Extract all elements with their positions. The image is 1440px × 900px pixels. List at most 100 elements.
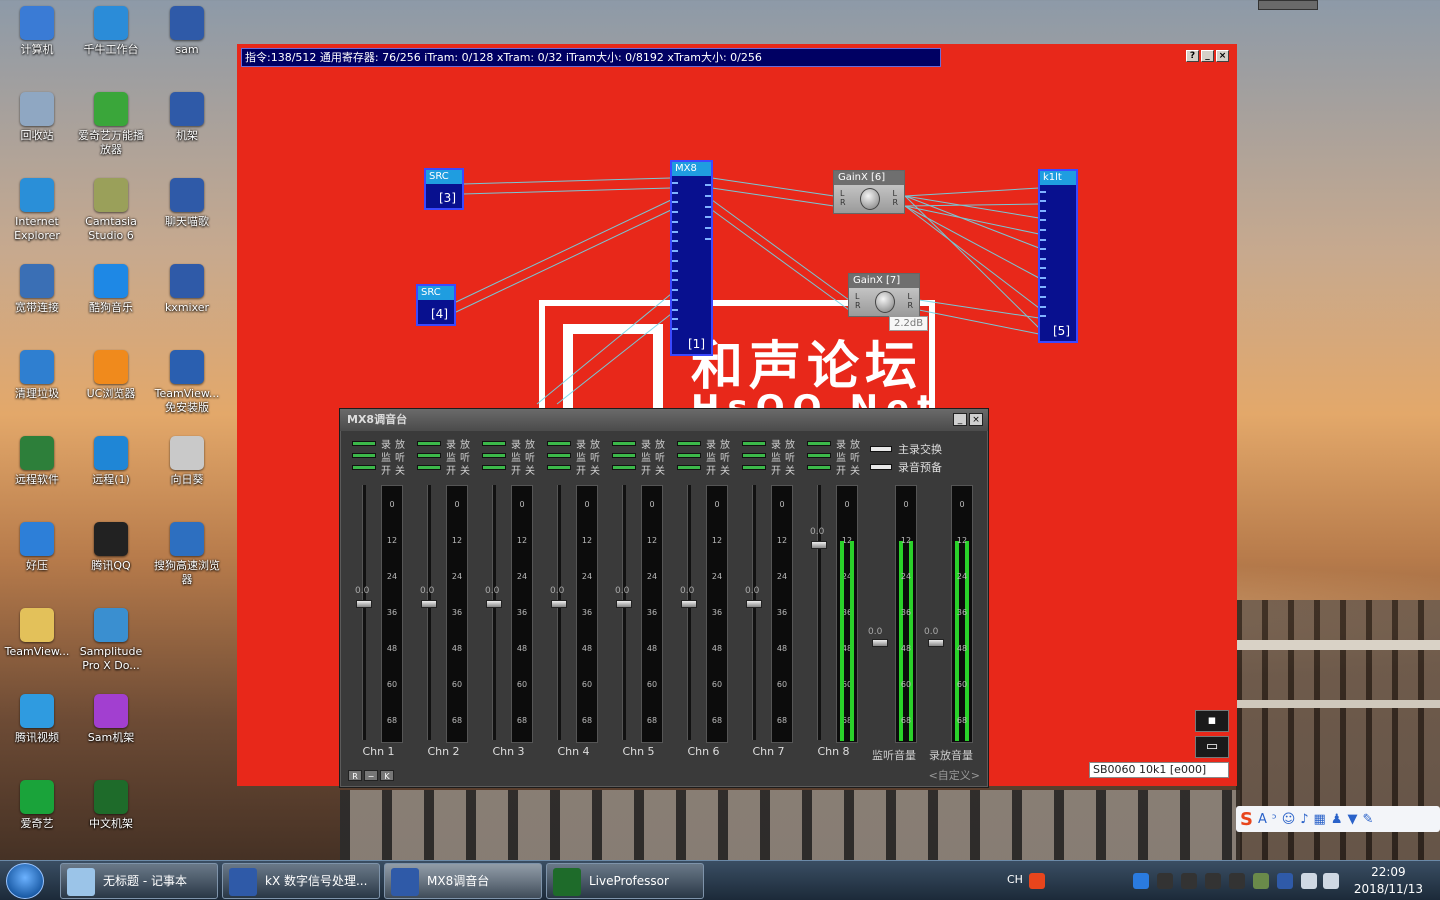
desktop-icon[interactable]: 搜狗高速浏览器	[150, 522, 224, 587]
task-kx-dsp[interactable]: kX 数字信号处理...	[222, 863, 380, 899]
punctuation-icon[interactable]: ᵓ	[1272, 812, 1277, 827]
desktop-icon[interactable]: 千牛工作台	[74, 6, 148, 57]
fader-knob[interactable]	[616, 599, 632, 608]
start-button[interactable]	[6, 863, 44, 899]
sogou-ime-icon[interactable]: S	[1240, 809, 1253, 830]
fader-knob[interactable]	[421, 599, 437, 608]
desktop-icon[interactable]: UC浏览器	[74, 350, 148, 401]
qq-icon[interactable]	[1205, 873, 1221, 889]
master-option[interactable]: 录音预备	[870, 459, 980, 475]
fader-knob[interactable]	[486, 599, 502, 608]
routing-leds[interactable]	[547, 441, 571, 477]
routing-leds[interactable]	[677, 441, 701, 477]
ime-toolbar[interactable]: S A ᵓ ☺ ♪ ▦ ♟ ▼ ✎	[1236, 806, 1440, 832]
mx8-block[interactable]: MX8 [1]	[670, 160, 713, 356]
close-button[interactable]: ×	[969, 413, 983, 426]
k1lt-block[interactable]: k1lt [5]	[1038, 169, 1078, 343]
desktop-icon[interactable]: 计算机	[0, 6, 74, 57]
fader-track[interactable]	[622, 485, 626, 740]
routing-leds[interactable]	[482, 441, 506, 477]
desktop-icon[interactable]: Samplitude Pro X Do...	[74, 608, 148, 673]
fader-track[interactable]	[427, 485, 431, 740]
fader-knob[interactable]	[681, 599, 697, 608]
desktop-icon[interactable]: kxmixer	[150, 264, 224, 315]
ime-mode[interactable]: A	[1258, 812, 1267, 827]
desktop-icon[interactable]: 宽带连接	[0, 264, 74, 315]
fader-track[interactable]	[492, 485, 496, 740]
desktop-icon[interactable]: sam	[150, 6, 224, 57]
emoji-icon[interactable]: ☺	[1282, 812, 1296, 827]
qq-icon[interactable]	[1229, 873, 1245, 889]
gainx-7-block[interactable]: GainX [7] LR LR	[848, 273, 920, 317]
custom-preset-label[interactable]: <自定义>	[929, 767, 980, 783]
sogou-tray-icon[interactable]	[1029, 873, 1045, 889]
routing-leds[interactable]	[417, 441, 441, 477]
src-block-4[interactable]: SRC [4]	[416, 284, 456, 326]
routing-leds[interactable]	[742, 441, 766, 477]
mx8-mixer-window[interactable]: MX8调音台 _ × 录放监听开关 0.0 0 12 24 36 48 60 68 Chn 1录放…	[339, 408, 989, 788]
fader-knob[interactable]	[356, 599, 372, 608]
tree-icon[interactable]	[1253, 873, 1269, 889]
open-folder-icon[interactable]: ▭	[1195, 736, 1229, 758]
fader-track[interactable]	[817, 485, 821, 740]
routing-leds[interactable]	[352, 441, 376, 477]
desktop-icon[interactable]: 腾讯QQ	[74, 522, 148, 573]
desktop-icon[interactable]: 回收站	[0, 92, 74, 143]
desktop-icon[interactable]: TeamView...	[0, 608, 74, 659]
volume-icon[interactable]	[1323, 873, 1339, 889]
master-option[interactable]: 主录交换	[870, 441, 980, 457]
fader-track[interactable]	[557, 485, 561, 740]
routing-leds[interactable]	[807, 441, 831, 477]
task-notepad[interactable]: 无标题 - 记事本	[60, 863, 218, 899]
routing-leds[interactable]	[612, 441, 636, 477]
desktop-icon[interactable]: 中文机架	[74, 780, 148, 831]
wrench-icon[interactable]: ✎	[1363, 812, 1374, 827]
fader-knob[interactable]	[872, 639, 888, 647]
desktop-icon[interactable]: 酷狗音乐	[74, 264, 148, 315]
minimize-button[interactable]: _	[953, 413, 967, 426]
save-icon[interactable]: ▪	[1195, 710, 1229, 732]
top-edge-widget[interactable]	[1258, 0, 1318, 10]
language-indicator[interactable]: CH	[1007, 873, 1023, 886]
user-icon[interactable]: ♟	[1331, 812, 1343, 827]
fader-track[interactable]	[687, 485, 691, 740]
fader-knob[interactable]	[746, 599, 762, 608]
desktop-icon[interactable]: 爱奇艺万能播放器	[74, 92, 148, 157]
desktop-icon[interactable]: 远程(1)	[74, 436, 148, 487]
desktop-icon[interactable]: 远程软件	[0, 436, 74, 487]
qq-icon[interactable]	[1181, 873, 1197, 889]
clock[interactable]: 22:09 2018/11/13	[1354, 864, 1423, 898]
fader-track[interactable]	[362, 485, 366, 740]
gain-knob[interactable]	[875, 291, 895, 313]
desktop-icon[interactable]: 向日葵	[150, 436, 224, 487]
minus-button[interactable]: −	[364, 770, 378, 781]
desktop-icon[interactable]: Sam机架	[74, 694, 148, 745]
fader-knob[interactable]	[811, 541, 827, 550]
task-mx8-mixer[interactable]: MX8调音台	[384, 863, 542, 899]
r-button[interactable]: R	[348, 770, 362, 781]
qq-icon[interactable]	[1157, 873, 1173, 889]
skin-icon[interactable]: ▼	[1348, 812, 1358, 827]
desktop-icon[interactable]: 机架	[150, 92, 224, 143]
network-icon[interactable]	[1301, 873, 1317, 889]
desktop-icon[interactable]: 聊天喵歌	[150, 178, 224, 229]
fader-track[interactable]	[752, 485, 756, 740]
task-liveprofessor[interactable]: LiveProfessor	[546, 863, 704, 899]
desktop-icon[interactable]: 清理垃圾	[0, 350, 74, 401]
src-block-3[interactable]: SRC [3]	[424, 168, 464, 210]
desktop-icon[interactable]: 好压	[0, 522, 74, 573]
gainx-6-block[interactable]: GainX [6] LR LR	[833, 170, 905, 214]
shield-icon[interactable]	[1133, 873, 1149, 889]
desktop-icon[interactable]: Internet Explorer	[0, 178, 74, 243]
fader-knob[interactable]	[551, 599, 567, 608]
desktop-icon[interactable]: 爱奇艺	[0, 780, 74, 831]
desktop-icon[interactable]: TeamView...免安装版	[150, 350, 224, 415]
kx-tray-icon[interactable]	[1277, 873, 1293, 889]
gain-knob[interactable]	[860, 188, 880, 210]
fader-knob[interactable]	[928, 639, 944, 647]
mic-icon[interactable]: ♪	[1300, 812, 1308, 827]
desktop-icon[interactable]: 腾讯视频	[0, 694, 74, 745]
k-button[interactable]: K	[380, 770, 394, 781]
keyboard-icon[interactable]: ▦	[1314, 812, 1326, 827]
desktop-icon[interactable]: Camtasia Studio 6	[74, 178, 148, 243]
